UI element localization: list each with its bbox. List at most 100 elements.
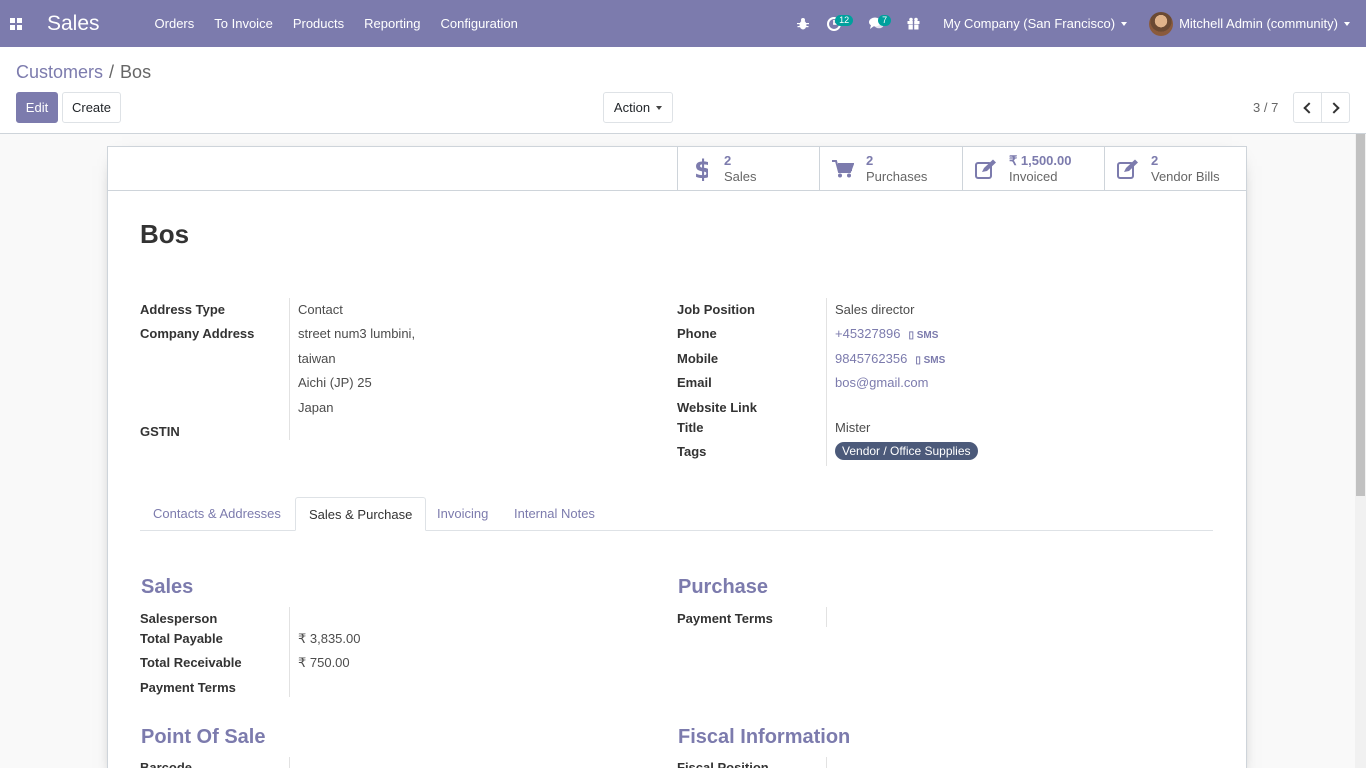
- messages-badge: 7: [878, 15, 892, 26]
- menu-configuration[interactable]: Configuration: [431, 0, 528, 47]
- sales-label: Sales: [724, 169, 757, 184]
- breadcrumb-customers[interactable]: Customers: [16, 62, 103, 83]
- smart-button-box: $ 2 Sales 2 Purchases ₹ 1,500.00 Invoiced 2…: [108, 147, 1246, 191]
- chevron-right-icon: [1328, 101, 1340, 114]
- edit-button[interactable]: Edit: [16, 92, 58, 123]
- mobile-label: Mobile: [677, 351, 719, 366]
- tag-badge[interactable]: Vendor / Office Supplies: [835, 442, 978, 460]
- sms-button[interactable]: ▯ SMS: [915, 355, 945, 366]
- total-payable-value: ₹ 3,835.00: [298, 631, 361, 646]
- sales-payment-terms-label: Payment Terms: [140, 680, 236, 695]
- activity-badge: 12: [835, 15, 854, 26]
- tab-invoicing[interactable]: Invoicing: [424, 497, 501, 531]
- purchases-smart-button[interactable]: 2 Purchases: [819, 147, 962, 191]
- address-street2: taiwan: [298, 351, 336, 366]
- top-navbar: Sales Orders To Invoice Products Reporti…: [0, 0, 1366, 47]
- phone-field: +45327896 ▯ SMS: [835, 326, 938, 341]
- avatar: [1149, 11, 1174, 36]
- main-menu: Orders To Invoice Products Reporting Con…: [145, 0, 528, 47]
- caret-down-icon: [1344, 21, 1350, 26]
- invoiced-smart-button[interactable]: ₹ 1,500.00 Invoiced: [962, 147, 1105, 191]
- messages-chat-icon[interactable]: 7: [861, 0, 892, 47]
- menu-reporting[interactable]: Reporting: [354, 0, 430, 47]
- field-divider: [826, 757, 827, 768]
- sales-smart-button[interactable]: $ 2 Sales: [677, 147, 820, 191]
- email-label: Email: [677, 375, 712, 390]
- website-label: Website Link: [677, 400, 757, 415]
- total-receivable-label: Total Receivable: [140, 655, 242, 670]
- field-divider: [289, 298, 290, 440]
- user-menu[interactable]: Mitchell Admin (community): [1149, 11, 1350, 36]
- mobile-link[interactable]: 9845762356: [835, 351, 907, 366]
- title-value: Mister: [835, 420, 871, 435]
- fiscal-position-label: Fiscal Position: [677, 760, 769, 768]
- apps-menu-icon[interactable]: [0, 0, 32, 47]
- form-sheet: $ 2 Sales 2 Purchases ₹ 1,500.00 Invoiced 2…: [107, 146, 1247, 768]
- app-name[interactable]: Sales: [47, 12, 100, 36]
- address-city-state-zip: Aichi (JP) 25: [298, 375, 372, 390]
- invoiced-label: Invoiced: [1009, 169, 1058, 184]
- email-link[interactable]: bos@gmail.com: [835, 375, 928, 390]
- field-divider: [826, 607, 827, 627]
- salesperson-label: Salesperson: [140, 611, 218, 626]
- address-country: Japan: [298, 400, 334, 415]
- pager-previous-button[interactable]: [1293, 92, 1322, 123]
- user-name: Mitchell Admin (community): [1179, 16, 1338, 31]
- field-divider: [826, 298, 827, 466]
- control-panel: Customers / Bos Edit Create Action 3 / 7: [0, 47, 1366, 134]
- scrollbar-thumb[interactable]: [1356, 134, 1365, 496]
- address-type-value: Contact: [298, 302, 343, 317]
- pos-group-title: Point Of Sale: [141, 726, 266, 748]
- phone-label: Phone: [677, 326, 717, 341]
- tags-label: Tags: [677, 444, 707, 459]
- tab-internal-notes[interactable]: Internal Notes: [501, 497, 608, 531]
- tab-sales-purchase[interactable]: Sales & Purchase: [295, 497, 427, 531]
- pager-value: 3 / 7: [1253, 100, 1279, 115]
- dollar-icon: $: [694, 157, 708, 181]
- company-switcher[interactable]: My Company (San Francisco): [943, 16, 1128, 31]
- field-divider: [289, 607, 290, 697]
- activity-clock-icon[interactable]: 12: [818, 0, 854, 47]
- job-position-value: Sales director: [835, 302, 915, 317]
- fiscal-group-title: Fiscal Information: [678, 726, 851, 748]
- sales-count: 2: [724, 153, 732, 168]
- sales-group-title: Sales: [141, 576, 194, 598]
- gift-icon[interactable]: [898, 0, 929, 47]
- gstin-label: GSTIN: [140, 424, 180, 439]
- vendor-bills-count: 2: [1151, 153, 1159, 168]
- field-divider: [289, 757, 290, 768]
- address-street: street num3 lumbini,: [298, 326, 416, 341]
- page-scrollbar[interactable]: [1355, 134, 1366, 768]
- barcode-label: Barcode: [140, 760, 193, 768]
- company-name: My Company (San Francisco): [943, 16, 1116, 31]
- mobile-field: 9845762356 ▯ SMS: [835, 351, 945, 366]
- tab-contacts-addresses[interactable]: Contacts & Addresses: [140, 497, 294, 531]
- breadcrumb-current: Bos: [120, 62, 152, 82]
- menu-products[interactable]: Products: [283, 0, 354, 47]
- action-dropdown-button[interactable]: Action: [603, 92, 673, 123]
- caret-down-icon: [1121, 21, 1128, 26]
- debug-bug-icon[interactable]: [787, 0, 818, 47]
- sms-button[interactable]: ▯ SMS: [908, 330, 938, 341]
- breadcrumb: Customers / Bos: [16, 62, 151, 83]
- caret-down-icon: [656, 105, 663, 110]
- create-button[interactable]: Create: [62, 92, 121, 123]
- edit-icon: [975, 159, 996, 179]
- partner-name: Bos: [140, 219, 190, 249]
- svg-text:$: $: [694, 157, 708, 181]
- purchases-label: Purchases: [866, 169, 928, 184]
- phone-link[interactable]: +45327896: [835, 326, 900, 341]
- pager-next-button[interactable]: [1321, 92, 1350, 123]
- purchase-payment-terms-label: Payment Terms: [677, 611, 773, 626]
- edit-icon: [1117, 159, 1138, 179]
- title-label: Title: [677, 420, 704, 435]
- menu-orders[interactable]: Orders: [145, 0, 205, 47]
- vendor-bills-smart-button[interactable]: 2 Vendor Bills: [1104, 147, 1247, 191]
- vendor-bills-label: Vendor Bills: [1151, 169, 1220, 184]
- sms-label: SMS: [916, 330, 939, 341]
- menu-to-invoice[interactable]: To Invoice: [204, 0, 283, 47]
- systray: 12 7 My Company (San Francisco) Mitchell…: [787, 0, 1366, 47]
- total-payable-label: Total Payable: [140, 631, 223, 646]
- cart-icon: [832, 160, 854, 178]
- action-label: Action: [613, 100, 651, 115]
